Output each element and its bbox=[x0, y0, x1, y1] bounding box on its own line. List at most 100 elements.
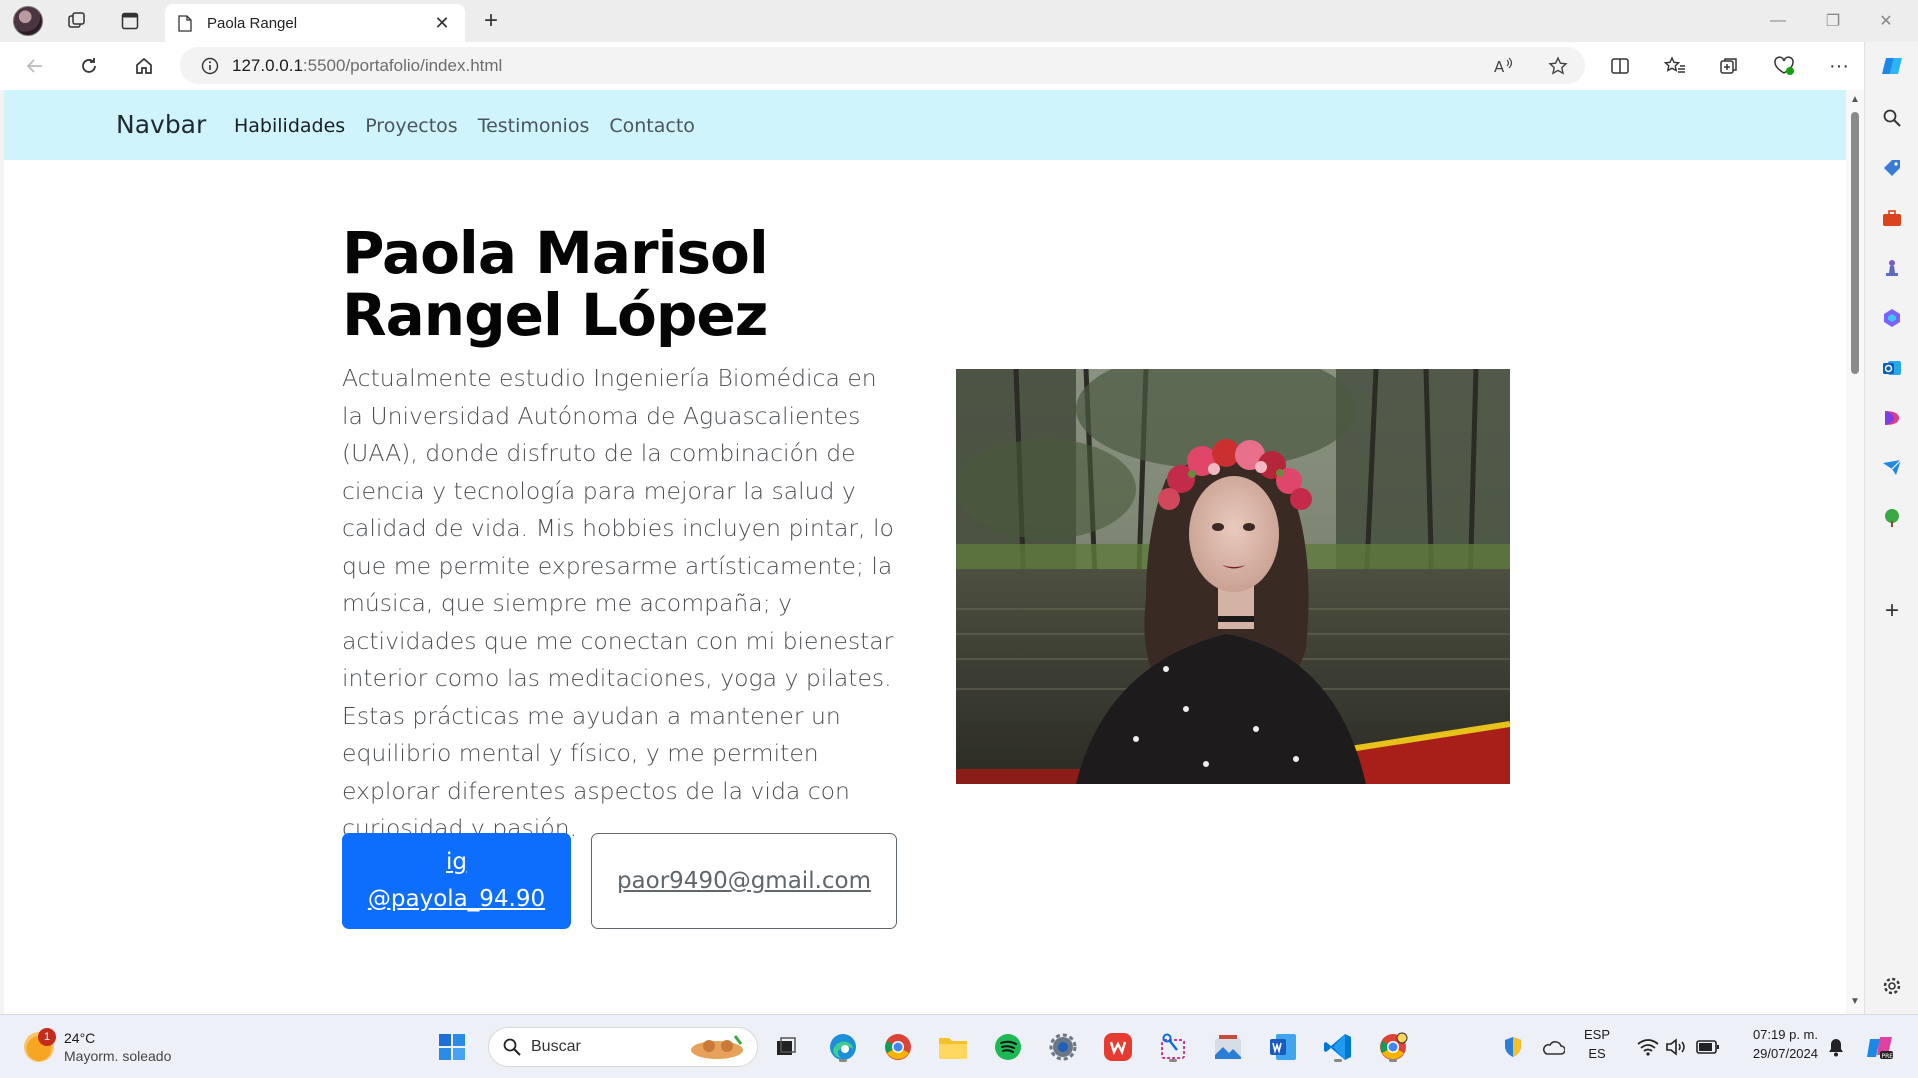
home-icon[interactable] bbox=[127, 50, 161, 82]
taskbar-search[interactable]: Buscar bbox=[488, 1027, 758, 1067]
outlook-icon[interactable] bbox=[1878, 354, 1906, 382]
vscode-icon[interactable] bbox=[1320, 1029, 1356, 1065]
chrome-profile-icon[interactable] bbox=[1375, 1029, 1411, 1065]
word-icon[interactable] bbox=[1265, 1029, 1301, 1065]
running-indicator bbox=[1169, 1059, 1177, 1062]
profile-avatar[interactable] bbox=[12, 6, 44, 36]
close-tab-icon[interactable]: ✕ bbox=[431, 12, 453, 34]
task-view-icon[interactable] bbox=[768, 1029, 804, 1065]
snipping-tool-icon[interactable] bbox=[1155, 1029, 1191, 1065]
copilot-icon[interactable] bbox=[1878, 52, 1906, 80]
title-line-1: Paola Marisol bbox=[342, 219, 769, 287]
add-sidebar-app-icon[interactable]: + bbox=[1878, 597, 1906, 625]
active-tab[interactable]: Paola Rangel ✕ bbox=[165, 4, 465, 42]
page-scrollbar[interactable]: ▲ ▼ bbox=[1846, 90, 1864, 1014]
send-icon[interactable] bbox=[1878, 454, 1906, 482]
svg-text:PRE: PRE bbox=[1882, 1053, 1894, 1060]
site-info-icon[interactable] bbox=[190, 57, 230, 75]
reload-icon[interactable] bbox=[72, 50, 106, 82]
search-placeholder: Buscar bbox=[531, 1038, 581, 1055]
edge-taskbar-icon[interactable] bbox=[825, 1029, 861, 1065]
photos-icon[interactable] bbox=[1210, 1029, 1246, 1065]
nav-link-habilidades[interactable]: Habilidades bbox=[224, 115, 355, 137]
split-screen-icon[interactable] bbox=[1603, 50, 1637, 82]
more-options-icon[interactable]: ··· bbox=[1822, 50, 1856, 82]
chrome-icon[interactable] bbox=[880, 1029, 916, 1065]
site-navbar: Navbar Habilidades Proyectos Testimonios… bbox=[4, 90, 1846, 160]
nav-link-testimonios[interactable]: Testimonios bbox=[468, 115, 600, 137]
restore-icon[interactable]: ❐ bbox=[1813, 6, 1853, 36]
language-code: ESP bbox=[1584, 1027, 1611, 1042]
weather-desc: Mayorm. soleado bbox=[64, 1048, 172, 1064]
search-highlight-icon bbox=[691, 1035, 743, 1059]
windows-taskbar: 1 24°C Mayorm. soleado Buscar ESP ES 07:… bbox=[0, 1014, 1918, 1078]
designer-icon[interactable] bbox=[1878, 404, 1906, 432]
read-aloud-icon[interactable]: A bbox=[1487, 50, 1519, 82]
tab-title: Paola Rangel bbox=[207, 14, 298, 32]
running-indicator bbox=[839, 1059, 847, 1062]
edge-sidebar: + bbox=[1864, 42, 1918, 1014]
navbar-brand[interactable]: Navbar bbox=[116, 110, 206, 139]
running-indicator bbox=[1389, 1059, 1397, 1062]
notifications-bell-icon[interactable] bbox=[1818, 1029, 1854, 1065]
scroll-up-icon[interactable]: ▲ bbox=[1849, 94, 1861, 106]
spotify-icon[interactable] bbox=[990, 1029, 1026, 1065]
browser-essentials-icon[interactable] bbox=[1767, 50, 1801, 82]
tab-actions-icon[interactable] bbox=[115, 8, 145, 34]
clock[interactable]: 07:19 p. m. 29/07/2024 bbox=[1732, 1025, 1818, 1063]
keyboard-layout: ES bbox=[1588, 1046, 1606, 1061]
nav-links: Habilidades Proyectos Testimonios Contac… bbox=[224, 115, 705, 137]
clock-time: 07:19 p. m. bbox=[1752, 1027, 1818, 1042]
search-icon bbox=[503, 1038, 521, 1056]
favorites-icon[interactable] bbox=[1658, 50, 1692, 82]
back-icon[interactable] bbox=[18, 50, 52, 82]
scroll-down-icon[interactable]: ▼ bbox=[1849, 996, 1861, 1008]
close-window-icon[interactable]: ✕ bbox=[1866, 6, 1906, 36]
start-icon[interactable] bbox=[434, 1029, 470, 1065]
instagram-label: ig bbox=[446, 849, 467, 875]
minimize-icon[interactable]: — bbox=[1758, 6, 1798, 36]
tab-strip: Paola Rangel ✕ + — ❐ ✕ bbox=[0, 0, 1918, 42]
settings-icon[interactable] bbox=[1045, 1029, 1081, 1065]
workspaces-icon[interactable] bbox=[62, 8, 92, 34]
file-explorer-icon[interactable] bbox=[935, 1029, 971, 1065]
weather-badge: 1 bbox=[38, 1028, 56, 1046]
title-line-2: Rangel López bbox=[342, 281, 768, 349]
onedrive-icon[interactable] bbox=[1535, 1029, 1571, 1065]
instagram-button[interactable]: ig @payola_94.90 bbox=[342, 833, 571, 929]
bio-paragraph: Actualmente estudio Ingeniería Biomédica… bbox=[342, 364, 894, 842]
running-indicator bbox=[1334, 1059, 1342, 1062]
page-icon bbox=[177, 14, 193, 32]
sidebar-settings-icon[interactable] bbox=[1878, 972, 1906, 1000]
tree-icon[interactable] bbox=[1878, 504, 1906, 532]
nav-link-proyectos[interactable]: Proyectos bbox=[355, 115, 468, 137]
instagram-handle: @payola_94.90 bbox=[367, 886, 546, 912]
new-tab-icon[interactable]: + bbox=[475, 7, 507, 35]
scrollbar-thumb[interactable] bbox=[1851, 112, 1859, 374]
tools-icon[interactable] bbox=[1878, 204, 1906, 232]
input-language[interactable]: ESP ES bbox=[1584, 1025, 1610, 1063]
weather-sun-icon: 1 bbox=[24, 1028, 56, 1062]
collections-icon[interactable] bbox=[1712, 50, 1746, 82]
games-icon[interactable] bbox=[1878, 254, 1906, 282]
search-icon[interactable] bbox=[1878, 104, 1906, 132]
shopping-tag-icon[interactable] bbox=[1878, 154, 1906, 182]
email-button[interactable]: paor9490@gmail.com bbox=[591, 833, 897, 929]
url-text: 127.0.0.1:5500/portafolio/index.html bbox=[232, 55, 503, 75]
favorite-star-icon[interactable] bbox=[1542, 50, 1574, 82]
security-shield-icon[interactable] bbox=[1495, 1029, 1531, 1065]
browser-toolbar: 127.0.0.1:5500/portafolio/index.html A ·… bbox=[0, 42, 1918, 90]
wps-office-icon[interactable] bbox=[1100, 1029, 1136, 1065]
svg-text:A: A bbox=[1494, 58, 1505, 76]
profile-photo bbox=[956, 369, 1510, 784]
nav-link-contacto[interactable]: Contacto bbox=[599, 115, 705, 137]
microsoft365-icon[interactable] bbox=[1878, 304, 1906, 332]
copilot-taskbar-icon[interactable]: PRE bbox=[1862, 1029, 1898, 1065]
clock-date: 29/07/2024 bbox=[1752, 1046, 1818, 1061]
battery-icon[interactable] bbox=[1690, 1029, 1726, 1065]
page-viewport: Navbar Habilidades Proyectos Testimonios… bbox=[4, 90, 1846, 1014]
volume-icon[interactable] bbox=[1658, 1029, 1694, 1065]
page-title: Paola Marisol Rangel López bbox=[342, 222, 902, 346]
address-bar[interactable]: 127.0.0.1:5500/portafolio/index.html A bbox=[180, 47, 1585, 84]
weather-widget[interactable]: 1 24°C Mayorm. soleado bbox=[24, 1028, 172, 1065]
